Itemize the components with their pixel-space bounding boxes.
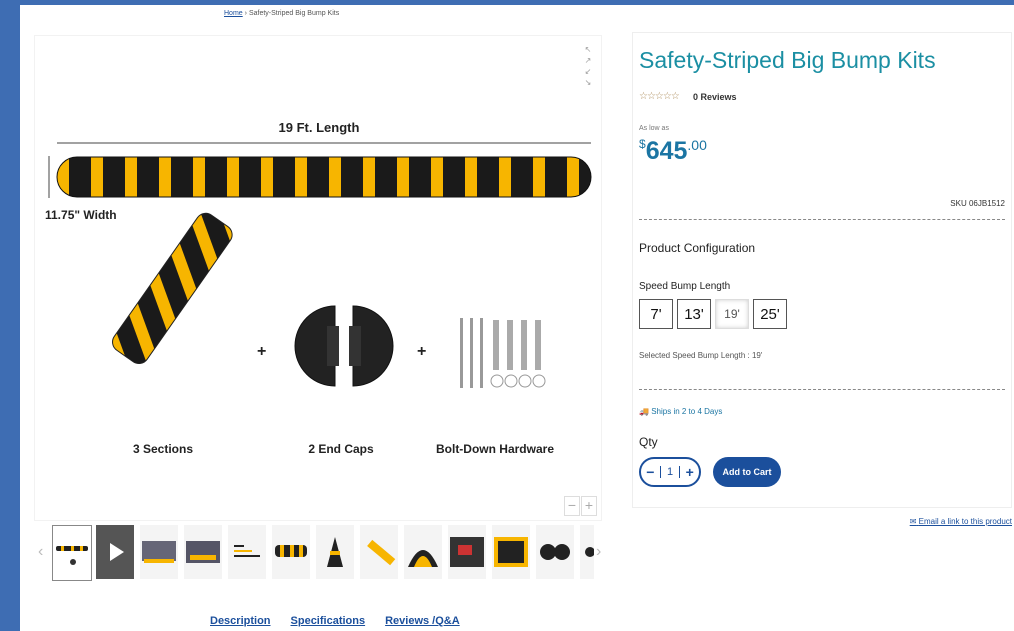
qty-label: Qty <box>639 435 658 449</box>
qty-input[interactable]: 1 <box>659 466 681 478</box>
thumbs-prev-icon[interactable]: ‹ <box>38 543 43 561</box>
hardware-image <box>460 318 546 388</box>
breadcrumb-home-link[interactable]: Home <box>224 10 243 17</box>
rating-stars-icon[interactable]: ☆☆☆☆☆ <box>639 91 680 102</box>
product-price: $645.00 <box>639 137 707 166</box>
product-tabs: Description Specifications Reviews /Q&A <box>210 615 460 627</box>
thumbnail-strip: ‹ › <box>34 525 614 581</box>
sku-label: SKU 06JB1512 <box>950 199 1005 208</box>
envelope-icon: ✉ <box>909 517 917 526</box>
speed-bump-full <box>56 156 592 198</box>
thumbs-next-icon[interactable]: › <box>596 543 601 561</box>
plus-sign-2: + <box>417 343 426 360</box>
thumbnail-1[interactable] <box>52 525 92 581</box>
as-low-as-label: As low as <box>639 125 669 132</box>
speed-bump-length-label: Speed Bump Length <box>639 281 731 292</box>
zoom-controls: − + <box>564 496 597 516</box>
thumbnail-3[interactable] <box>140 525 178 579</box>
quantity-stepper: − 1 + <box>639 457 701 487</box>
divider <box>639 389 1005 390</box>
option-7ft[interactable]: 7' <box>639 299 673 329</box>
expand-icon[interactable]: ↖ ↗ ↙ ↘ <box>581 44 595 87</box>
price-dollars: 645 <box>645 137 688 165</box>
price-currency: $ <box>639 137 646 151</box>
price-cents: .00 <box>687 137 707 153</box>
thumbnail-13[interactable] <box>580 525 594 579</box>
thumbnail-9[interactable] <box>404 525 442 579</box>
zoom-in-button[interactable]: + <box>581 496 597 516</box>
length-options: 7' 13' 19' 25' <box>639 299 787 329</box>
option-25ft[interactable]: 25' <box>753 299 787 329</box>
shipping-info: 🚚 Ships in 2 to 4 Days <box>639 407 722 416</box>
end-caps-image <box>294 305 394 387</box>
tab-description[interactable]: Description <box>210 615 271 627</box>
thumbnail-6[interactable] <box>272 525 310 579</box>
email-link[interactable]: ✉ Email a link to this product <box>910 517 1012 526</box>
qty-increment-button[interactable]: + <box>680 464 699 480</box>
product-info-panel: Safety-Striped Big Bump Kits ☆☆☆☆☆ 0 Rev… <box>632 32 1012 508</box>
product-illustration: 19 Ft. Length 11.75" Width + + 3 Section… <box>45 120 592 456</box>
truck-icon: 🚚 <box>639 407 649 416</box>
product-title: Safety-Striped Big Bump Kits <box>639 47 936 73</box>
plus-sign-1: + <box>257 343 266 360</box>
breadcrumb: Home › Safety-Striped Big Bump Kits <box>224 10 339 17</box>
product-configuration-heading: Product Configuration <box>639 241 756 255</box>
ships-text: Ships in 2 to 4 Days <box>651 407 723 416</box>
length-label: 19 Ft. Length <box>279 120 360 135</box>
item-label-sections: 3 Sections <box>133 442 193 456</box>
thumbnail-5[interactable] <box>228 525 266 579</box>
breadcrumb-current: Safety-Striped Big Bump Kits <box>248 10 340 17</box>
item-label-end-caps: 2 End Caps <box>308 442 374 456</box>
thumbnail-12[interactable] <box>536 525 574 579</box>
breadcrumb-separator: › <box>244 10 247 17</box>
tab-specifications[interactable]: Specifications <box>291 615 366 627</box>
option-19ft[interactable]: 19' <box>715 299 749 329</box>
zoom-out-button[interactable]: − <box>564 496 580 516</box>
add-to-cart-button[interactable]: Add to Cart <box>713 457 781 487</box>
thumbnail-11[interactable] <box>492 525 530 579</box>
thumbnail-7[interactable] <box>316 525 354 579</box>
thumbnail-8[interactable] <box>360 525 398 579</box>
thumbnail-video[interactable] <box>96 525 134 579</box>
product-page: Home › Safety-Striped Big Bump Kits 19 F… <box>20 5 1014 631</box>
qty-decrement-button[interactable]: − <box>641 464 660 480</box>
tab-reviews-qa[interactable]: Reviews /Q&A <box>385 615 460 627</box>
divider <box>639 219 1005 220</box>
email-link-text[interactable]: Email a link to this product <box>919 517 1012 526</box>
reviews-count[interactable]: 0 Reviews <box>693 92 737 102</box>
thumbnail-10[interactable] <box>448 525 486 579</box>
main-product-image[interactable]: 19 Ft. Length 11.75" Width + + 3 Section… <box>34 35 602 521</box>
selected-length-text: Selected Speed Bump Length : 19' <box>639 351 763 360</box>
play-icon <box>110 543 124 561</box>
width-label: 11.75" Width <box>45 208 117 222</box>
sections-image <box>112 212 233 365</box>
option-13ft[interactable]: 13' <box>677 299 711 329</box>
item-label-hardware: Bolt-Down Hardware <box>436 442 554 456</box>
thumbnail-4[interactable] <box>184 525 222 579</box>
